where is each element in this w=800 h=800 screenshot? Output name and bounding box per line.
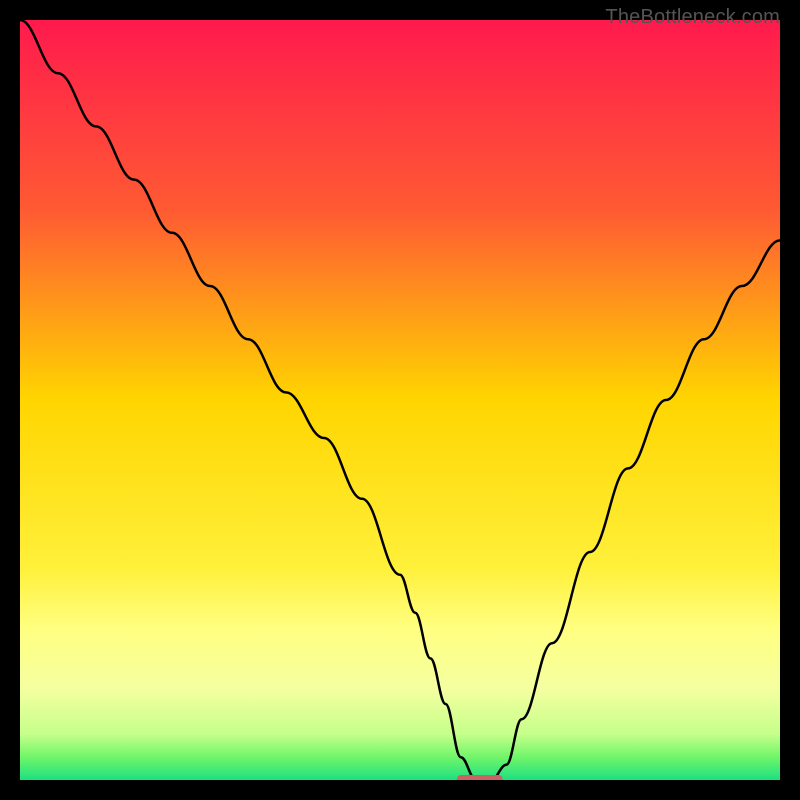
watermark-text: TheBottleneck.com bbox=[605, 6, 780, 29]
chart-svg bbox=[20, 20, 780, 780]
optimal-marker bbox=[457, 775, 503, 780]
chart-plot-area bbox=[20, 20, 780, 780]
